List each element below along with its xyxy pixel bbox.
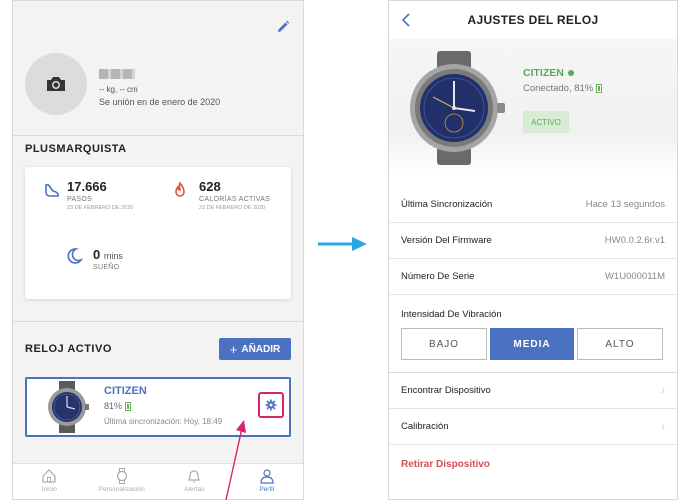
tab-label: Personalización — [98, 486, 145, 493]
row-label: Versión Del Firmware — [401, 235, 492, 246]
watch-hero: CITIZEN Conectado, 81% ACTIVO — [389, 39, 677, 175]
page-title: AJUSTES DEL RELOJ — [467, 13, 599, 27]
tab-personalizacion[interactable]: Personalización — [86, 464, 159, 499]
arrow-up-icon — [225, 420, 246, 500]
watch-last-sync: Última sincronización: Hoy, 18:49 — [104, 417, 223, 426]
watch-battery: 81% — [104, 401, 132, 411]
person-icon — [260, 469, 274, 484]
vibration-label: Intensidad De Vibración — [401, 309, 502, 320]
calories-date: 23 DE FEBRERO DE 2020 — [199, 205, 266, 211]
add-watch-label: AÑADIR — [241, 343, 281, 355]
serial-row: Número De Serie W1U000011M — [389, 259, 677, 295]
battery-icon — [125, 401, 132, 411]
plus-icon: + — [229, 341, 238, 357]
tab-label: Perfil — [259, 486, 275, 493]
divider — [13, 321, 303, 322]
tab-alertas[interactable]: Alertas — [158, 464, 231, 499]
connection-status: Conectado, 81% — [523, 83, 603, 94]
row-label: Última Sincronización — [401, 199, 493, 210]
shoe-icon — [45, 183, 59, 197]
profile-joined: Se unión en de enero de 2020 — [99, 97, 221, 107]
tab-bar: Inicio Personalización Alertas Perfil — [13, 463, 303, 499]
chevron-right-icon: › — [661, 384, 665, 397]
divider — [13, 135, 303, 136]
last-sync-row: Última Sincronización Hace 13 segundos — [389, 187, 677, 223]
connected-dot-icon — [567, 70, 574, 76]
row-value: W1U000011M — [604, 271, 665, 282]
tab-label: Alertas — [184, 486, 205, 493]
connection-status-label: Conectado, 81% — [523, 83, 594, 94]
gear-icon — [265, 399, 277, 411]
home-icon — [42, 469, 56, 483]
watch-name: CITIZEN — [104, 385, 147, 397]
moon-icon — [67, 248, 83, 264]
vibration-high-button[interactable]: ALTO — [577, 328, 663, 360]
remove-device-button[interactable]: Retirar Dispositivo — [401, 459, 490, 470]
watch-image — [410, 51, 505, 165]
watch-settings-button[interactable] — [258, 392, 284, 418]
back-icon[interactable] — [401, 13, 413, 27]
calories-label: CALORÍAS ACTIVAS — [199, 196, 271, 203]
row-label: Calibración — [401, 421, 449, 432]
firmware-row: Versión Del Firmware HW0.0.2.6r.v1 — [389, 223, 677, 259]
row-label: Número De Serie — [401, 271, 475, 282]
calories-value: 628 — [199, 179, 221, 194]
active-watch-title: RELOJ ACTIVO — [25, 343, 112, 355]
battery-icon — [596, 84, 603, 93]
watch-brand: CITIZEN — [523, 67, 574, 79]
profile-name-redacted — [99, 69, 135, 79]
steps-value: 17.666 — [67, 179, 107, 194]
watch-battery-value: 81% — [104, 401, 123, 411]
sleep-label: SUEÑO — [93, 264, 120, 271]
active-badge: ACTIVO — [523, 111, 569, 133]
camera-icon — [47, 77, 65, 91]
header: AJUSTES DEL RELOJ — [389, 1, 677, 39]
profile-stats: -- kg, -- cm — [99, 85, 138, 94]
calibration-row[interactable]: Calibración › — [389, 409, 677, 445]
bell-icon — [188, 470, 201, 483]
records-card: 17.666 PASOS 23 DE FEBRERO DE 2020 628 C… — [25, 167, 291, 299]
find-device-row[interactable]: Encontrar Dispositivo › — [389, 373, 677, 409]
watch-brand-label: CITIZEN — [523, 67, 564, 79]
pencil-icon[interactable] — [275, 19, 291, 35]
arrow-right-icon — [318, 237, 367, 251]
steps-date: 23 DE FEBRERO DE 2020 — [67, 205, 134, 211]
row-value: HW0.0.2.6r.v1 — [604, 235, 665, 246]
tab-label: Inicio — [41, 486, 57, 493]
watch-icon — [116, 468, 127, 484]
vibration-low-button[interactable]: BAJO — [401, 328, 487, 360]
profile-screen: -- kg, -- cm Se unión en de enero de 202… — [12, 0, 304, 500]
tab-inicio[interactable]: Inicio — [13, 464, 86, 499]
add-watch-button[interactable]: + AÑADIR — [219, 338, 291, 360]
records-title: PLUSMARQUISTA — [25, 143, 127, 155]
avatar[interactable] — [25, 53, 87, 115]
sleep-unit: mins — [103, 251, 123, 261]
sleep-value: 0 — [93, 247, 101, 262]
watch-settings-screen: AJUSTES DEL RELOJ CITIZEN Conectado, 81%… — [388, 0, 678, 500]
row-value: Hace 13 segundos — [585, 199, 665, 210]
row-label: Encontrar Dispositivo — [401, 385, 491, 396]
steps-label: PASOS — [67, 196, 93, 203]
chevron-right-icon: › — [661, 420, 665, 433]
flame-icon — [175, 181, 185, 197]
watch-thumbnail — [48, 381, 89, 433]
vibration-medium-button[interactable]: MEDIA — [490, 328, 574, 360]
